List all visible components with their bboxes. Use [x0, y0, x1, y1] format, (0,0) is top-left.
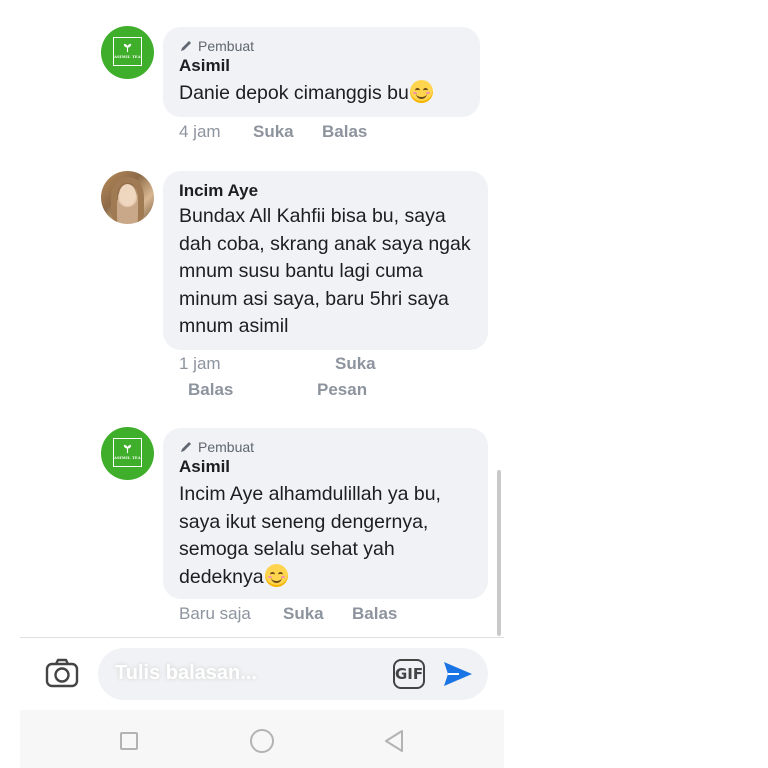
- author-role: Pembuat: [179, 38, 464, 54]
- role-label: Pembuat: [198, 439, 255, 455]
- role-label: Pembuat: [198, 38, 255, 54]
- comment-bubble[interactable]: Pembuat Asimil Incim Aye alhamdulillah y…: [163, 428, 488, 599]
- camera-icon[interactable]: [44, 656, 80, 692]
- avatar-brand-text: ASIMIL TEA: [114, 456, 141, 460]
- author-role: Pembuat: [179, 439, 472, 455]
- scrollbar[interactable]: [497, 470, 501, 636]
- reply-button[interactable]: Balas: [322, 122, 367, 142]
- comment-text: Bundax All Kahfii bisa bu, saya dah coba…: [179, 205, 471, 337]
- logo-box: ASIMIL TEA: [113, 37, 142, 66]
- leaf-icon: [123, 43, 132, 53]
- comment-text: Incim Aye alhamdulillah ya bu, saya ikut…: [179, 481, 472, 591]
- comment-bubble[interactable]: Incim Aye Bundax All Kahfii bisa bu, say…: [163, 171, 488, 350]
- like-button[interactable]: Suka: [253, 122, 294, 142]
- leaf-icon: [123, 444, 132, 454]
- comment-time: 4 jam: [179, 122, 221, 141]
- send-icon[interactable]: [442, 658, 474, 690]
- avatar[interactable]: [101, 171, 154, 224]
- like-button[interactable]: Suka: [335, 354, 376, 374]
- message-button[interactable]: Pesan: [317, 380, 367, 400]
- author-name[interactable]: Asimil: [179, 56, 464, 76]
- comment-time: 1 jam: [179, 354, 221, 373]
- smiling-face-emoji: [264, 563, 288, 587]
- pen-icon: [181, 41, 191, 51]
- avatar-photo-face: [119, 184, 136, 206]
- gif-button[interactable]: GIF: [393, 659, 425, 689]
- comment-text: Danie depok cimanggis bu: [179, 80, 464, 108]
- comment-text-body: Incim Aye alhamdulillah ya bu, saya ikut…: [179, 483, 441, 588]
- avatar[interactable]: ASIMIL TEA: [101, 26, 154, 79]
- pen-icon: [181, 442, 191, 452]
- comment-input-value[interactable]: Tulis balasan...: [115, 662, 257, 685]
- reply-button[interactable]: Balas: [188, 380, 233, 400]
- reply-button[interactable]: Balas: [352, 604, 397, 624]
- comment-text-body: Danie depok cimanggis bu: [179, 82, 409, 104]
- logo-box: ASIMIL TEA: [113, 438, 142, 467]
- avatar-brand-text: ASIMIL TEA: [114, 55, 141, 59]
- comment-time: Baru saja: [179, 604, 251, 623]
- triangle-back-icon[interactable]: [383, 729, 405, 753]
- square-icon[interactable]: [120, 732, 138, 750]
- avatar[interactable]: ASIMIL TEA: [101, 427, 154, 480]
- like-button[interactable]: Suka: [283, 604, 324, 624]
- comment-bubble[interactable]: Pembuat Asimil Danie depok cimanggis bu: [163, 27, 480, 117]
- author-name[interactable]: Asimil: [179, 457, 472, 477]
- author-name[interactable]: Incim Aye: [179, 181, 472, 201]
- smiling-face-emoji: [409, 80, 433, 103]
- circle-icon[interactable]: [250, 729, 274, 753]
